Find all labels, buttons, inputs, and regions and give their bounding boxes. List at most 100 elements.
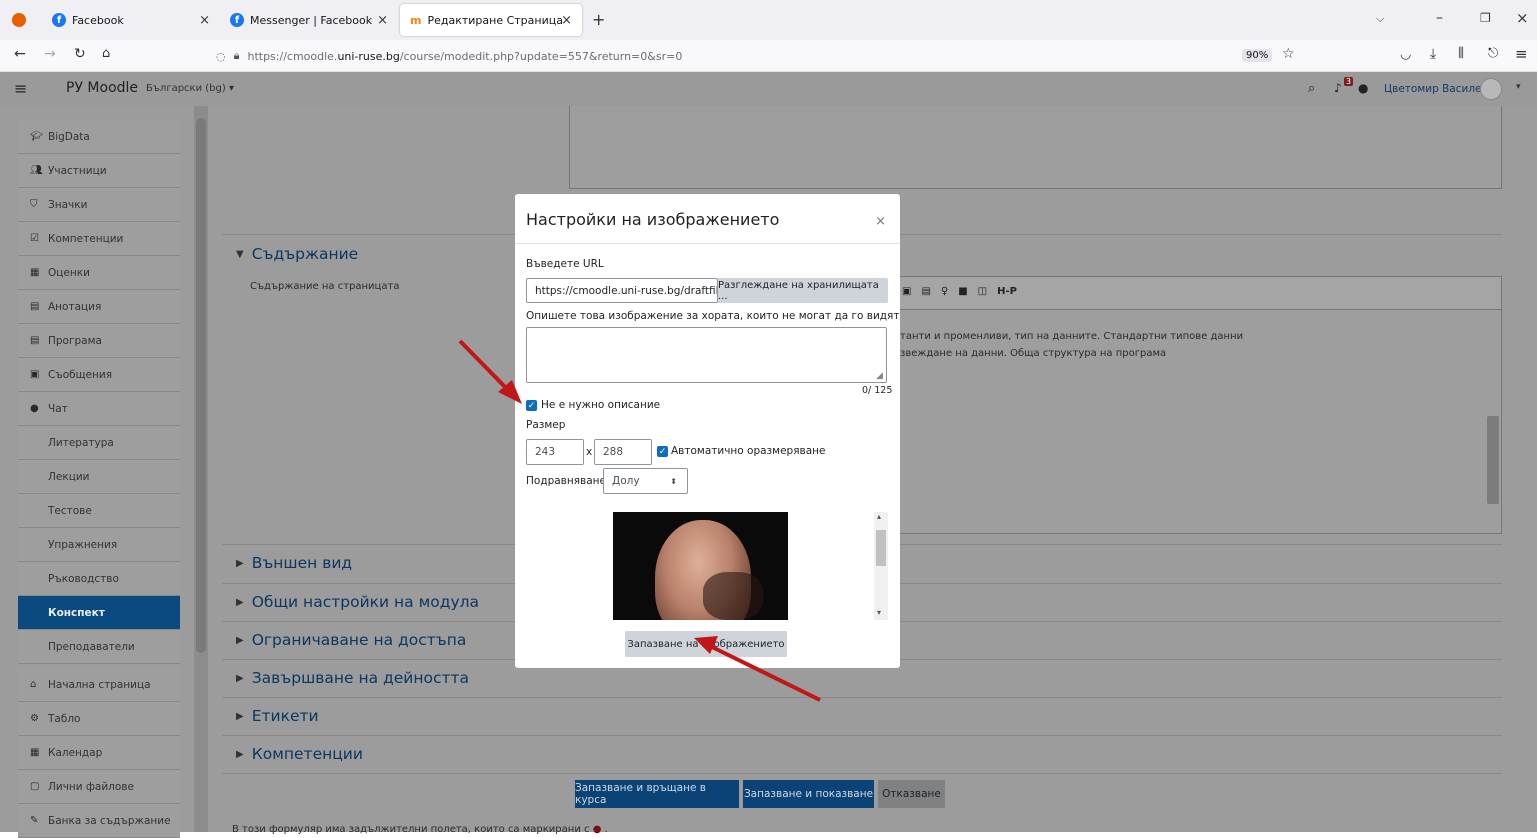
site-name[interactable]: РУ Moodle — [66, 80, 138, 96]
sidebar-item[interactable]: Тестове — [18, 494, 180, 528]
sidebar-item[interactable]: ▤ Програма — [18, 324, 180, 358]
sidebar-item[interactable]: Лекции — [18, 460, 180, 494]
forward-icon[interactable]: → — [44, 46, 56, 62]
sidebar-item-label: Участници — [48, 164, 107, 177]
tab-messenger[interactable]: f Messenger | Facebook × — [220, 4, 398, 36]
browse-repositories-button[interactable]: Разглеждане на хранилищата ... — [718, 278, 888, 303]
close-tab-icon[interactable]: × — [199, 13, 210, 28]
width-input[interactable]: 243 — [526, 439, 584, 465]
reload-icon[interactable]: ↻ — [74, 46, 86, 62]
sidebar-item[interactable]: Литература — [18, 426, 180, 460]
auto-size-checkbox[interactable]: ✓ — [657, 446, 668, 457]
language-menu[interactable]: Български (bg) ▾ — [146, 83, 234, 94]
close-tab-icon[interactable]: × — [377, 13, 388, 28]
sidebar-item[interactable]: Упражнения — [18, 528, 180, 562]
sidebar-item[interactable]: ▦ Календар — [18, 736, 180, 770]
download-icon[interactable]: ⤓ — [1430, 46, 1436, 62]
user-name[interactable]: Цветомир Василев — [1384, 83, 1488, 95]
home-icon[interactable]: ⌂ — [102, 46, 110, 61]
editor-scrollbar[interactable] — [1487, 416, 1499, 504]
menu-icon[interactable]: ≡ — [1515, 45, 1528, 63]
sidebar-item[interactable]: ▢ Лични файлове — [18, 770, 180, 804]
sidebar-item[interactable]: ▣ Съобщения — [18, 358, 180, 392]
restore-icon[interactable]: ❐ — [1480, 11, 1491, 25]
scroll-up-icon[interactable]: ▴ — [877, 512, 881, 521]
library-icon[interactable]: ⫼ — [1458, 46, 1464, 61]
section-title: Ограничаване на достъпа — [251, 631, 467, 649]
back-icon[interactable]: ← — [14, 46, 26, 62]
new-tab-icon[interactable]: + — [592, 10, 605, 29]
section-content[interactable]: ▼ Съдържание — [236, 245, 358, 263]
sidebar-item[interactable]: 🎓︎ BigData — [18, 120, 180, 154]
moodle-header: ≡ РУ Moodle Български (bg) ▾ ⌕ ♪ 3 ● Цве… — [0, 72, 1537, 106]
close-tab-icon[interactable]: × — [561, 13, 572, 28]
sidebar-item[interactable]: Преподаватели — [18, 630, 180, 664]
zoom-level[interactable]: 90% — [1242, 49, 1273, 62]
sidebar-item[interactable]: ▤ Анотация — [18, 290, 180, 324]
minimize-icon[interactable]: – — [1436, 10, 1443, 26]
sidebar-item[interactable]: 👥︎ Участници — [18, 154, 180, 188]
save-show-button[interactable]: Запазване и показване — [743, 780, 874, 808]
sidebar-item-label: Литература — [48, 436, 114, 449]
search-icon[interactable]: ⌕ — [1308, 81, 1315, 96]
pocket-icon[interactable]: ◡ — [1400, 47, 1411, 62]
editor-text-line-1: танти и променливи, тип на данните. Стан… — [900, 331, 1244, 342]
alignment-select[interactable]: Долу ⬍ — [603, 468, 688, 494]
list-tabs-icon[interactable]: ⌵ — [1376, 12, 1384, 26]
drawer-scroll-thumb[interactable] — [196, 118, 206, 653]
content-label: Съдържание на страницата — [250, 281, 400, 292]
sidebar-item[interactable]: ⛉ Значки — [18, 188, 180, 222]
user-menu-chevron-icon[interactable]: ▾ — [1516, 82, 1521, 92]
collapsed-section[interactable]: ▶ Общи настройки на модула — [236, 593, 479, 611]
chevron-right-icon: ▶ — [236, 710, 244, 722]
sidebar-item[interactable]: Конспект — [18, 596, 180, 630]
tab-edit-page[interactable]: m Редактиране Страница × — [400, 4, 582, 36]
messages-icon[interactable]: ● — [1358, 81, 1368, 95]
image-preview — [613, 512, 788, 620]
notification-bell-icon[interactable]: ♪ — [1334, 81, 1342, 95]
scroll-down-icon[interactable]: ▾ — [877, 608, 881, 617]
tab-facebook[interactable]: f Facebook × — [42, 4, 220, 36]
close-window-icon[interactable]: × — [1516, 9, 1529, 27]
avatar[interactable] — [1480, 78, 1502, 100]
close-icon[interactable]: × — [875, 214, 886, 229]
url-input[interactable]: https://cmoodle.uni-ruse.bg/draftfile. — [526, 278, 718, 303]
collapsed-section[interactable]: ▶ Компетенции — [236, 745, 363, 763]
collapsed-section[interactable]: ▶ Етикети — [236, 707, 319, 725]
collapsed-section[interactable]: ▶ Завършване на дейността — [236, 669, 469, 687]
collapsed-section[interactable]: ▶ Външен вид — [236, 554, 352, 572]
dialog-header-divider — [515, 243, 900, 244]
bookmark-star-icon[interactable]: ☆ — [1282, 46, 1295, 62]
save-return-button[interactable]: Запазване и връщане в курса — [575, 780, 739, 808]
home-icon: ⌂ — [30, 679, 37, 690]
firefox-icon[interactable] — [12, 13, 26, 27]
sidebar-item[interactable]: ⌂ Начална страница — [18, 668, 180, 702]
sidebar-item[interactable]: ✎ Банка за съдържание — [18, 804, 180, 838]
lock-icon: 🔒︎ — [233, 49, 240, 62]
sidebar-item[interactable]: ▦ Оценки — [18, 256, 180, 290]
height-input[interactable]: 288 — [594, 439, 652, 465]
sidebar-item[interactable]: ☑ Компетенции — [18, 222, 180, 256]
browser-tab-bar: f Facebook × f Messenger | Facebook × m … — [0, 0, 1537, 40]
sidebar-item-label: Банка за съдържание — [48, 814, 171, 827]
save-image-button[interactable]: Запазване на изображението — [625, 631, 787, 657]
no-description-checkbox[interactable]: ✓ — [526, 400, 537, 411]
dialog-title: Настройки на изображението — [526, 210, 780, 229]
sidebar-item[interactable]: Ръководство — [18, 562, 180, 596]
preview-scroll-thumb[interactable] — [876, 530, 886, 566]
resize-handle-icon[interactable]: ◢ — [876, 371, 883, 381]
sidebar-item-label: Преподаватели — [48, 640, 135, 653]
hamburger-icon[interactable]: ≡ — [14, 79, 27, 98]
sidebar-item[interactable]: ⚙ Табло — [18, 702, 180, 736]
url-bar[interactable]: ◌ 🔒︎ https://cmoodle. uni-ruse.bg/course/… — [216, 43, 1306, 69]
collapsed-section[interactable]: ▶ Ограничаване на достъпа — [236, 631, 466, 649]
sidebar-item[interactable]: ● Чат — [18, 392, 180, 426]
share-icon[interactable]: ⎋ — [1488, 46, 1498, 61]
section-title: Общи настройки на модула — [251, 593, 480, 611]
cancel-button[interactable]: Отказване — [878, 780, 945, 808]
alt-text-textarea[interactable] — [526, 327, 887, 383]
description-textarea[interactable] — [569, 106, 1502, 189]
section-title: Етикети — [251, 707, 319, 725]
sidebar-item-label: Компетенции — [48, 232, 124, 245]
preview-scrollbar[interactable]: ▴ ▾ — [874, 512, 888, 620]
